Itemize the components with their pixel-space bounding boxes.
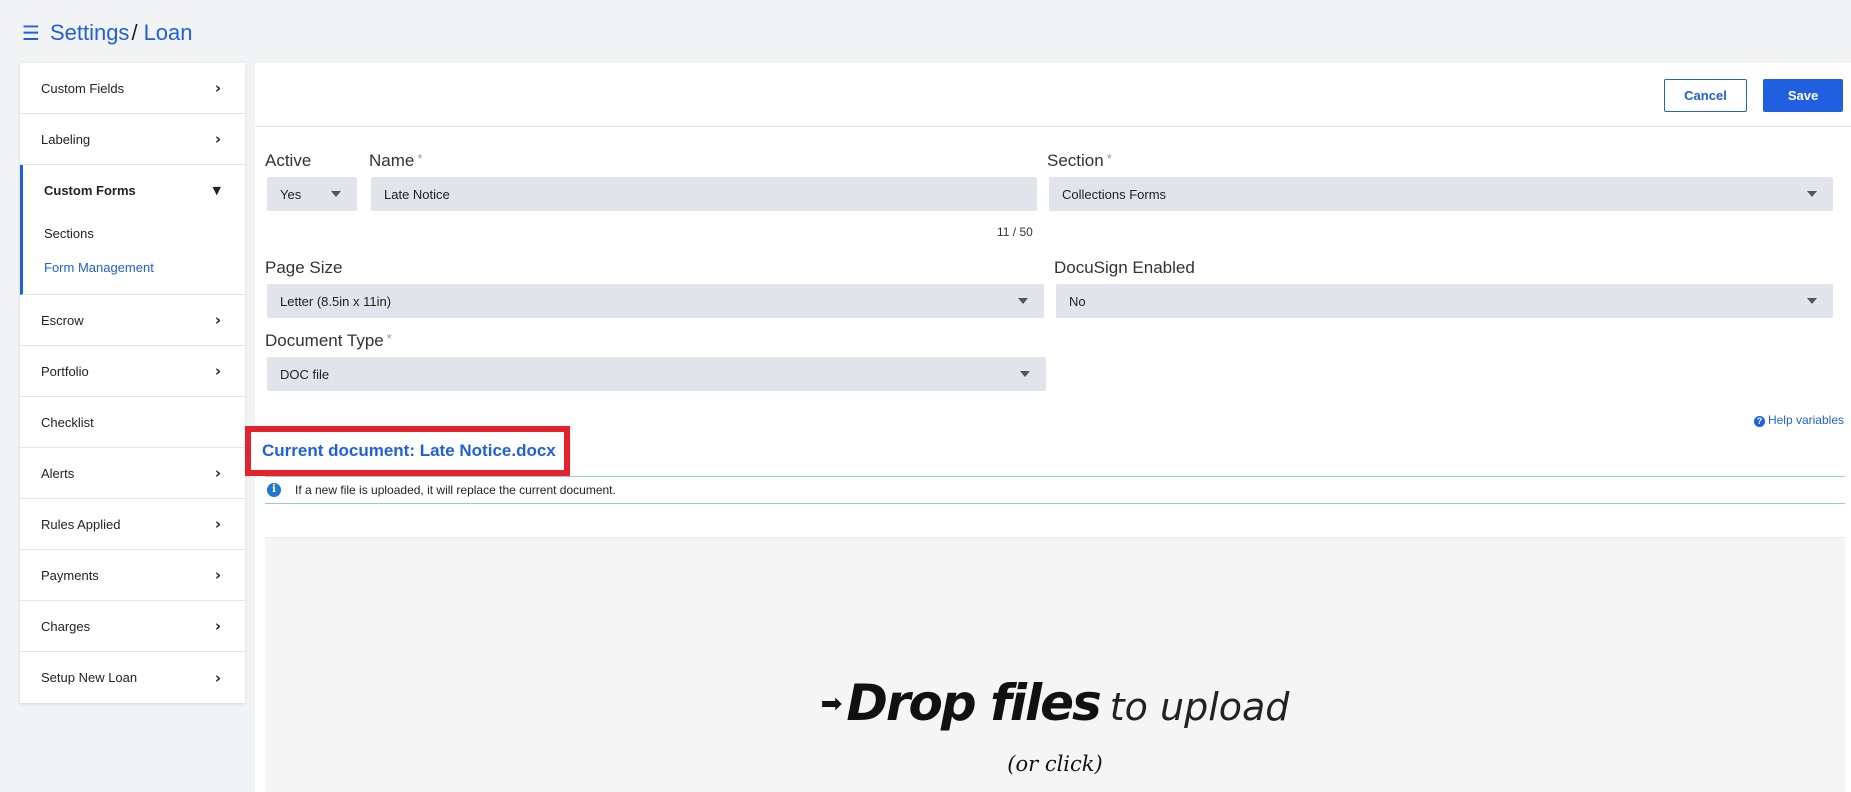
sidebar-item-label: Rules Applied — [41, 516, 121, 532]
dropzone-light-text: to upload — [1109, 685, 1290, 729]
chevron-right-icon: › — [214, 617, 221, 635]
document-type-label: Document Type * — [265, 331, 392, 350]
name-char-counter: 11 / 50 — [997, 225, 1033, 239]
sidebar-item-portfolio[interactable]: Portfolio › — [20, 346, 245, 397]
chevron-down-icon: ▼ — [212, 184, 221, 197]
file-dropzone[interactable]: ➡Drop files to upload (or click) — [265, 537, 1845, 792]
sidebar-item-label: Alerts — [41, 465, 75, 481]
required-mark: * — [1106, 151, 1112, 166]
help-variables-text: Help variables — [1767, 413, 1844, 427]
section-label: Section * — [1047, 151, 1112, 170]
active-label: Active — [265, 151, 312, 170]
sidebar-item-label: Escrow — [41, 312, 84, 328]
arrow-right-icon: ➡ — [820, 689, 843, 719]
form-editor-panel: Cancel Save Active Yes Name * Late Notice… — [245, 63, 1851, 792]
sidebar-item-setup-new-loan[interactable]: Setup New Loan › — [20, 652, 245, 703]
sidebar-item-label: Custom Fields — [41, 80, 125, 96]
breadcrumb-settings[interactable]: Settings — [50, 20, 130, 46]
breadcrumb-loan[interactable]: Loan — [144, 20, 193, 46]
breadcrumb: ☰ Settings / Loan — [22, 18, 193, 48]
caret-down-icon — [1807, 191, 1817, 197]
help-variables-link[interactable]: ? Help variables — [1753, 413, 1844, 427]
question-circle-icon: ? — [1753, 416, 1765, 427]
chevron-right-icon: › — [214, 79, 221, 97]
dropzone-subtext: (or click) — [1007, 752, 1103, 776]
sidebar-item-labeling[interactable]: Labeling › — [20, 114, 245, 165]
sidebar-subitem-form-management[interactable]: Form Management — [23, 250, 245, 284]
caret-down-icon — [1807, 298, 1817, 304]
sidebar-item-payments[interactable]: Payments › — [20, 550, 245, 601]
sidebar-item-label: Portfolio — [41, 363, 89, 379]
chevron-right-icon: › — [214, 362, 221, 380]
sidebar-item-label: Custom Forms — [44, 183, 136, 198]
caret-down-icon — [331, 191, 341, 197]
breadcrumb-separator: / — [131, 20, 138, 45]
page-size-value: Letter (8.5in x 11in) — [280, 293, 392, 309]
name-label: Name * — [369, 151, 423, 170]
current-document-title: Current document: Late Notice.docx — [245, 426, 570, 476]
chevron-right-icon: › — [214, 311, 221, 329]
document-type-value: DOC file — [280, 366, 330, 382]
sidebar-item-checklist[interactable]: Checklist — [20, 397, 245, 448]
cancel-button[interactable]: Cancel — [1664, 79, 1747, 112]
page-size-select[interactable]: Letter (8.5in x 11in) — [267, 284, 1044, 318]
docusign-label: DocuSign Enabled — [1054, 258, 1195, 277]
sidebar-group-custom-forms: Custom Forms ▼ Sections Form Management — [20, 165, 245, 295]
replace-info-notice: i If a new file is uploaded, it will rep… — [265, 476, 1845, 504]
save-button[interactable]: Save — [1763, 79, 1843, 112]
sidebar-item-escrow[interactable]: Escrow › — [20, 295, 245, 346]
required-mark: * — [417, 151, 423, 166]
dropzone-strong-text: Drop files — [846, 674, 1101, 732]
name-input[interactable]: Late Notice — [371, 177, 1037, 211]
sidebar-item-custom-fields[interactable]: Custom Fields › — [20, 63, 245, 114]
sidebar-item-alerts[interactable]: Alerts › — [20, 448, 245, 499]
document-type-select[interactable]: DOC file — [267, 357, 1046, 391]
sidebar-item-rules-applied[interactable]: Rules Applied › — [20, 499, 245, 550]
chevron-right-icon: › — [214, 464, 221, 482]
settings-sidebar: Custom Fields › Labeling › Custom Forms … — [20, 63, 245, 703]
docusign-value: No — [1069, 293, 1086, 309]
chevron-right-icon: › — [214, 130, 221, 148]
chevron-right-icon: › — [214, 566, 221, 584]
sidebar-item-label: Setup New Loan — [41, 670, 138, 685]
section-value: Collections Forms — [1062, 186, 1167, 202]
sidebar-item-charges[interactable]: Charges › — [20, 601, 245, 652]
name-value: Late Notice — [384, 186, 450, 202]
info-icon: i — [267, 483, 281, 497]
sidebar-item-label: Labeling — [41, 131, 91, 147]
info-message: If a new file is uploaded, it will repla… — [295, 483, 616, 497]
sidebar-subitem-sections[interactable]: Sections — [23, 216, 245, 250]
caret-down-icon — [1020, 371, 1030, 377]
hamburger-menu-icon[interactable]: ☰ — [22, 21, 40, 45]
form-toolbar: Cancel Save — [255, 63, 1851, 127]
sidebar-item-label: Checklist — [41, 414, 94, 430]
section-select[interactable]: Collections Forms — [1049, 177, 1833, 211]
required-mark: * — [386, 331, 392, 346]
sidebar-item-label: Payments — [41, 567, 99, 583]
caret-down-icon — [1018, 298, 1028, 304]
docusign-select[interactable]: No — [1056, 284, 1833, 318]
dropzone-heading: ➡Drop files to upload — [265, 674, 1845, 732]
sidebar-item-label: Charges — [41, 618, 91, 634]
active-value: Yes — [280, 186, 302, 202]
sidebar-item-custom-forms[interactable]: Custom Forms ▼ — [23, 165, 245, 216]
active-select[interactable]: Yes — [267, 177, 357, 211]
page-size-label: Page Size — [265, 258, 343, 277]
chevron-right-icon: › — [214, 515, 221, 533]
chevron-right-icon: › — [214, 668, 221, 687]
